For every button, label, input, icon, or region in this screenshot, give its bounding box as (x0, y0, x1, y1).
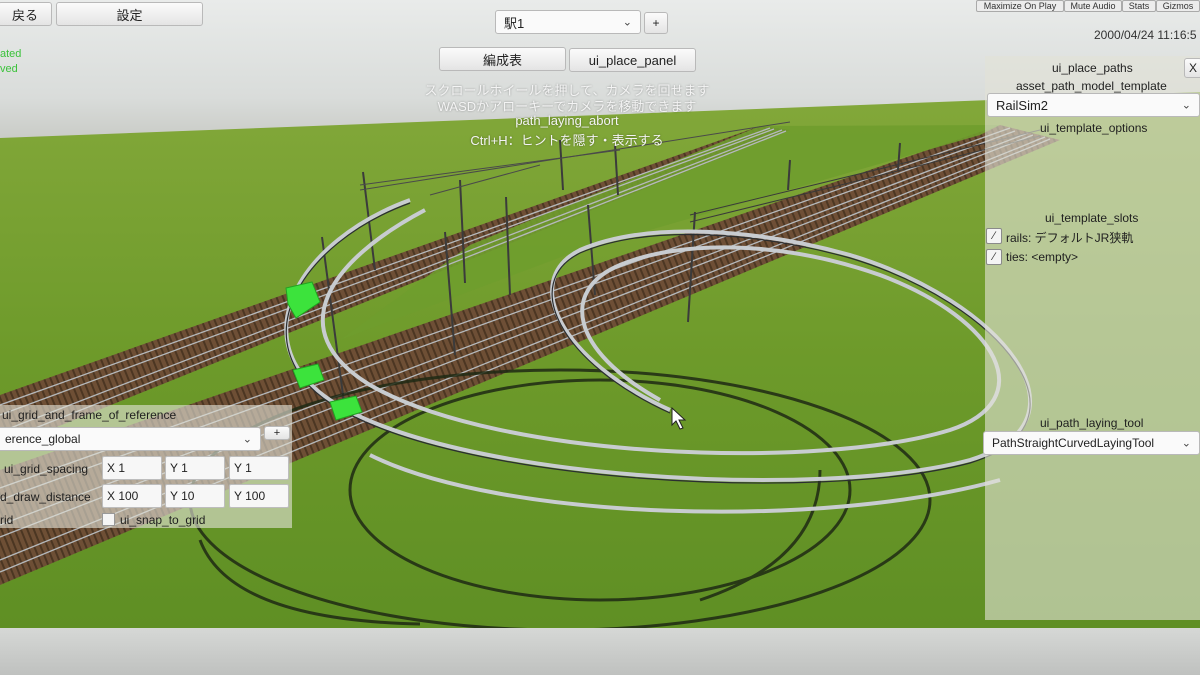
status-line-1: ated (0, 48, 22, 60)
rails-slot-picker-icon[interactable]: ∕ (986, 228, 1002, 244)
draw-distance-x-field[interactable]: X 100 (102, 484, 162, 508)
ties-slot-picker-icon[interactable]: ∕ (986, 249, 1002, 265)
draw-distance-label: d_draw_distance (0, 490, 91, 504)
ties-slot-label: ties: <empty> (1006, 250, 1079, 264)
grid-frame-title: ui_grid_and_frame_of_reference (2, 408, 177, 422)
template-slots-label: ui_template_slots (1045, 211, 1139, 225)
gizmos-button[interactable]: Gizmos (1156, 0, 1200, 12)
status-line-2: ved (0, 63, 18, 75)
draw-distance-y-field[interactable]: Y 10 (165, 484, 225, 508)
add-frame-button[interactable]: + (264, 426, 290, 440)
close-panel-button[interactable]: X (1184, 58, 1200, 78)
maximize-on-play-button[interactable]: Maximize On Play (976, 0, 1064, 12)
mute-audio-button[interactable]: Mute Audio (1064, 0, 1122, 12)
frame-of-reference-select[interactable]: erence_global ⌄ (0, 427, 261, 451)
stats-button[interactable]: Stats (1122, 0, 1156, 12)
monitor-bezel (0, 628, 1200, 675)
station-select[interactable]: 駅1 ⌄ (495, 10, 641, 34)
template-label: asset_path_model_template (1016, 79, 1167, 93)
hint-line-4: Ctrl+H：ヒントを隠す・表示する (470, 133, 664, 148)
station-select-value: 駅1 (504, 15, 525, 31)
screen-frame: 戻る 設定 駅1 ⌄ + 2000/04/24 11:16:5 編成表 ui_p… (0, 0, 1200, 675)
chevron-down-icon: ⌄ (242, 433, 252, 446)
frame-of-reference-value: erence_global (5, 432, 81, 446)
template-select[interactable]: RailSim2 ⌄ (987, 93, 1200, 117)
datetime-display: 2000/04/24 11:16:5 (1094, 28, 1197, 42)
chevron-down-icon: ⌄ (622, 16, 632, 29)
hint-line-3: path_laying_abort (515, 113, 619, 128)
template-select-value: RailSim2 (996, 97, 1049, 113)
chevron-down-icon: ⌄ (1181, 437, 1191, 450)
path-laying-tool-select[interactable]: PathStraightCurvedLayingTool ⌄ (983, 431, 1200, 455)
back-button[interactable]: 戻る (0, 2, 52, 26)
formation-button[interactable]: 編成表 (439, 47, 566, 71)
snap-to-grid-label: ui_snap_to_grid (120, 513, 206, 527)
settings-button[interactable]: 設定 (56, 2, 203, 26)
grid-spacing-y-field[interactable]: Y 1 (165, 456, 225, 480)
path-laying-tool-value: PathStraightCurvedLayingTool (992, 436, 1155, 450)
grid-spacing-x-field[interactable]: X 1 (102, 456, 162, 480)
chevron-down-icon: ⌄ (1181, 99, 1191, 112)
template-options-label: ui_template_options (1040, 121, 1148, 135)
grid-toggle-label: rid (0, 513, 14, 527)
rails-slot-label: rails: デフォルトJR狭軌 (1006, 231, 1134, 245)
grid-spacing-label: ui_grid_spacing (4, 462, 89, 476)
grid-spacing-z-field[interactable]: Y 1 (229, 456, 289, 480)
place-panel-button[interactable]: ui_place_panel (569, 48, 696, 72)
path-laying-tool-label: ui_path_laying_tool (1040, 416, 1144, 430)
snap-to-grid-checkbox[interactable] (102, 513, 115, 526)
place-paths-panel (985, 56, 1200, 620)
draw-distance-z-field[interactable]: Y 100 (229, 484, 289, 508)
place-paths-title: ui_place_paths (1052, 61, 1133, 75)
add-station-button[interactable]: + (644, 12, 668, 34)
